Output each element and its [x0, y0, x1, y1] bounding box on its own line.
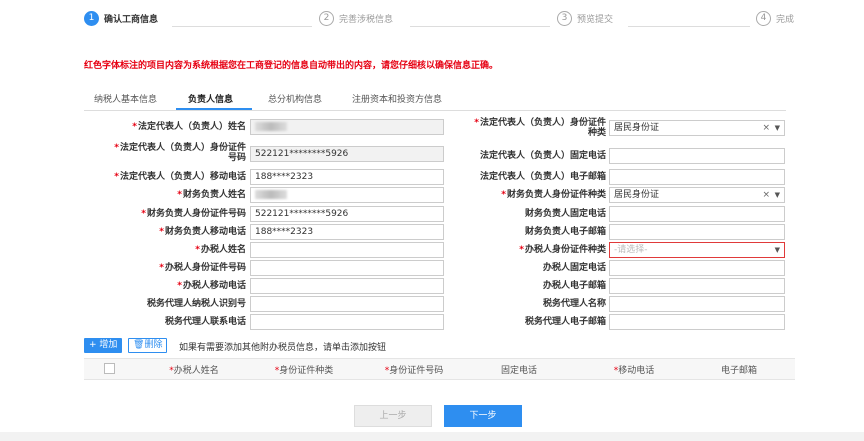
- select-all-checkbox[interactable]: [104, 363, 115, 374]
- step-connector: [410, 26, 550, 27]
- step-label: 完成: [776, 14, 795, 25]
- bottom-bar: [0, 432, 864, 441]
- tax-handler-landline-field[interactable]: [609, 260, 785, 276]
- plus-icon: +: [89, 340, 97, 350]
- field-label: *法定代表人（负责人）身份证件 种类: [474, 118, 606, 138]
- clear-icon[interactable]: ×: [762, 121, 770, 135]
- column-header: *身份证件号码: [384, 366, 444, 376]
- step-number: 1: [84, 10, 99, 26]
- progress-steps: 1 确认工商信息 2 完善涉税信息 3 预览提交 4 完成: [0, 8, 864, 28]
- tax-agent-email-field[interactable]: [609, 314, 785, 330]
- active-tab-underline: [176, 108, 252, 110]
- notice-text: 红色字体标注的项目内容为系统根据您在工商登记的信息自动带出的内容，请您仔细核以确…: [84, 61, 499, 71]
- step-number: 3: [557, 10, 572, 26]
- tab-branch-info[interactable]: 总分机构信息: [268, 92, 322, 105]
- step-connector: [628, 26, 750, 27]
- tab-capital-investor[interactable]: 注册资本和投资方信息: [352, 92, 442, 105]
- field-label: *办税人身份证件种类: [519, 245, 606, 255]
- step-1: 1 确认工商信息: [84, 8, 158, 28]
- chevron-down-icon: ▼: [774, 246, 780, 254]
- column-header: *身份证件种类: [274, 366, 334, 376]
- clear-icon[interactable]: ×: [762, 188, 770, 202]
- legal-rep-id-type-select[interactable]: 居民身份证 × ▼: [609, 120, 785, 136]
- tab-bar: 纳税人基本信息 负责人信息 总分机构信息 注册资本和投资方信息: [84, 88, 786, 111]
- field-label: 办税人电子邮箱: [542, 281, 606, 291]
- step-label: 确认工商信息: [104, 14, 159, 25]
- add-button[interactable]: + 增加: [84, 338, 123, 353]
- step-label: 预览提交: [577, 14, 614, 25]
- column-header: 电子邮箱: [720, 366, 757, 376]
- field-label: 税务代理人电子邮箱: [524, 317, 606, 327]
- finance-head-landline-field[interactable]: [609, 206, 785, 222]
- step-2: 2 完善涉税信息: [319, 8, 393, 28]
- delete-button[interactable]: 🗑删除: [128, 338, 168, 353]
- chevron-down-icon: ▼: [774, 191, 780, 199]
- column-header: *移动电话: [613, 366, 655, 376]
- tab-responsible-person[interactable]: 负责人信息: [188, 92, 233, 105]
- tax-handler-table-header: *办税人姓名 *身份证件种类 *身份证件号码 固定电话 *移动电话 电子邮箱: [84, 358, 795, 380]
- tab-taxpayer-basic[interactable]: 纳税人基本信息: [94, 92, 157, 105]
- legal-rep-email-field[interactable]: [609, 169, 785, 185]
- finance-head-id-type-select[interactable]: 居民身份证 × ▼: [609, 187, 785, 203]
- field-label: 法定代表人（负责人）固定电话: [479, 151, 606, 161]
- column-header: 固定电话: [500, 366, 537, 376]
- tax-agent-name-field[interactable]: [609, 296, 785, 312]
- field-label: 税务代理人名称: [542, 299, 606, 309]
- tax-handler-id-type-select[interactable]: -请选择- ▼: [609, 242, 785, 258]
- step-connector: [172, 26, 312, 27]
- field-label: 财务负责人电子邮箱: [524, 227, 606, 237]
- tax-handler-email-field[interactable]: [609, 278, 785, 294]
- field-label: 法定代表人（负责人）电子邮箱: [479, 172, 606, 182]
- previous-step-button[interactable]: 上一步: [354, 405, 432, 427]
- column-header: *办税人姓名: [169, 366, 219, 376]
- next-step-button[interactable]: 下一步: [444, 405, 522, 427]
- step-label: 完善涉税信息: [339, 14, 394, 25]
- step-4: 4 完成: [756, 8, 794, 28]
- add-tip-text: 如果有需要添加其他附办税员信息，请单击添加按钮: [179, 343, 387, 353]
- finance-head-email-field[interactable]: [609, 224, 785, 240]
- step-number: 2: [319, 10, 334, 26]
- step-number: 4: [756, 10, 771, 26]
- field-label: 财务负责人固定电话: [524, 209, 606, 219]
- step-3: 3 预览提交: [557, 8, 613, 28]
- field-label: *财务负责人身份证件种类: [501, 190, 606, 200]
- legal-rep-landline-field[interactable]: [609, 148, 785, 164]
- chevron-down-icon: ▼: [774, 124, 780, 132]
- trash-icon: 🗑: [133, 340, 145, 350]
- field-label: 办税人固定电话: [542, 263, 606, 273]
